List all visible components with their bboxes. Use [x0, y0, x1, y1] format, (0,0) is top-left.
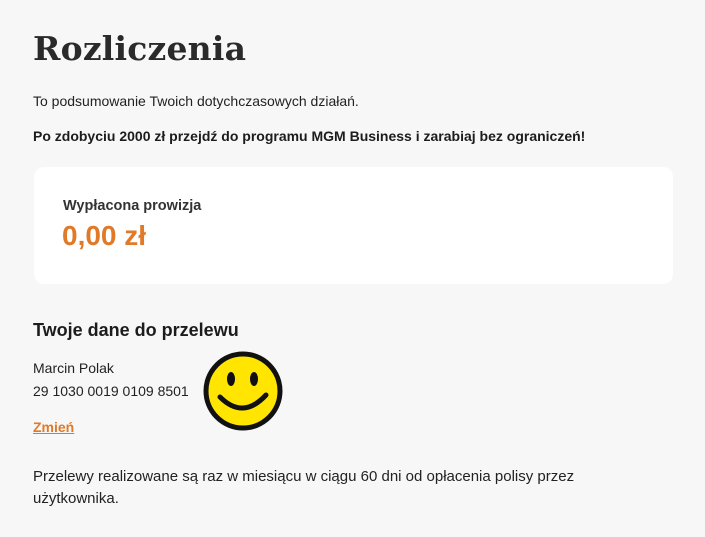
intro-text: To podsumowanie Twoich dotychczasowych d… — [33, 93, 359, 109]
account-holder-name: Marcin Polak — [33, 360, 114, 376]
page-title: Rozliczenia — [33, 29, 247, 68]
commission-amount: 0,00 zł — [62, 220, 147, 251]
smiley-face-icon — [203, 351, 283, 431]
smiley-left-eye — [227, 372, 235, 386]
commission-card: Wypłacona prowizja 0,00 zł — [34, 167, 673, 284]
smiley-right-eye — [250, 372, 258, 386]
smiley-face-circle — [203, 351, 283, 431]
change-link[interactable]: Zmień — [33, 419, 74, 435]
commission-label: Wypłacona prowizja — [63, 198, 202, 214]
transfer-details-heading: Twoje dane do przelewu — [33, 320, 239, 340]
payout-info-note: Przelewy realizowane są raz w miesiącu w… — [33, 468, 575, 507]
account-number: 29 1030 0019 0109 8501 — [33, 383, 189, 399]
promo-text: Po zdobyciu 2000 zł przejdź do programu … — [33, 128, 586, 144]
